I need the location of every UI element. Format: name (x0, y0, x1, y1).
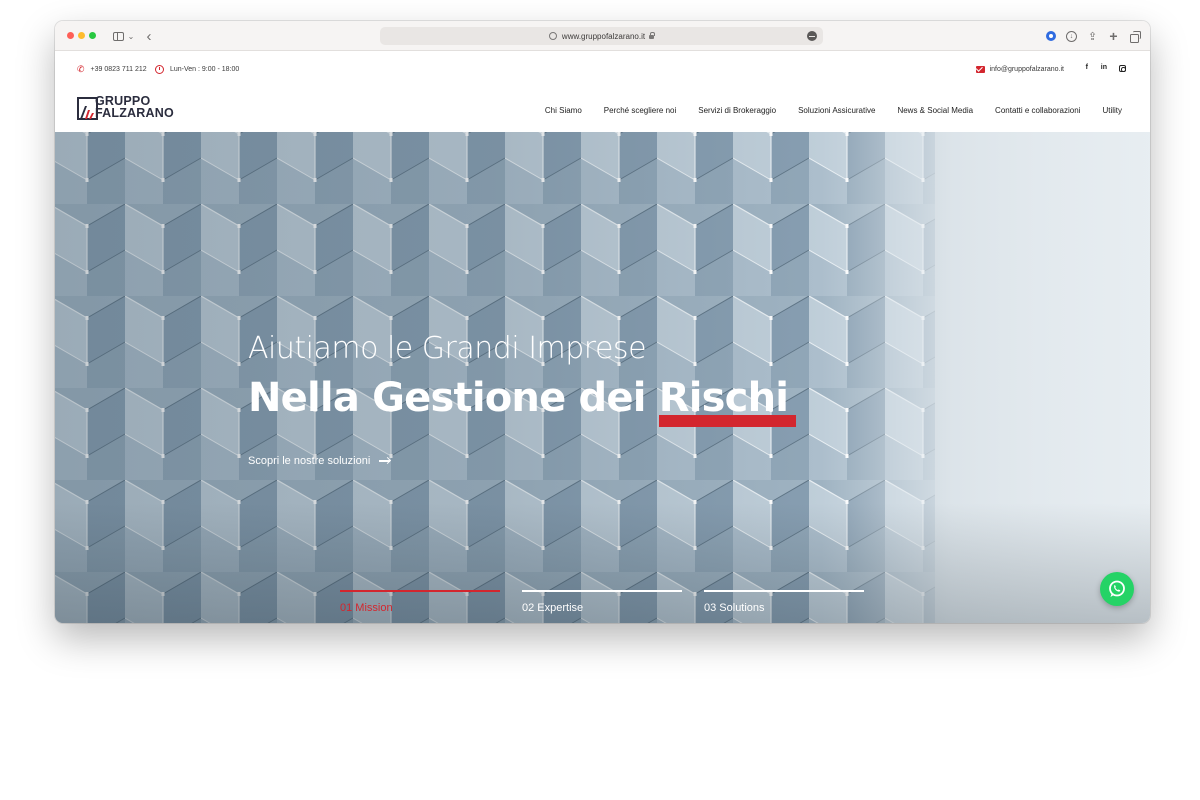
slide-tab-mission[interactable]: 01 Mission (340, 590, 500, 614)
slide-label: 02 Expertise (522, 602, 584, 614)
phone-number: +39 0823 711 212 (90, 65, 147, 73)
nav-item-soluzioni-assicurative[interactable]: Soluzioni Assicurative (798, 106, 875, 115)
slide-progress-bar (704, 590, 864, 592)
email-text: info@gruppofalzarano.it (989, 65, 1064, 73)
nav-item-contatti[interactable]: Contatti e collaborazioni (995, 106, 1080, 115)
address-bar[interactable]: www.gruppofalzarano.it (380, 27, 823, 45)
minimize-window-button[interactable] (78, 32, 85, 39)
close-window-button[interactable] (67, 32, 74, 39)
facebook-icon[interactable]: f (1086, 64, 1088, 71)
contact-bar: ✆ +39 0823 711 212 Lun-Ven : 9:00 - 18:0… (55, 51, 1150, 87)
slide-label: 01 Mission (340, 602, 393, 614)
slide-progress-bar (340, 590, 500, 592)
phone-icon: ✆ (77, 63, 85, 74)
back-arrow-icon[interactable]: ‹ (143, 27, 155, 45)
logo[interactable]: GRUPPO FALZARANO (77, 95, 195, 120)
sidebar-toggle-icon[interactable] (111, 27, 125, 45)
slider-tabs: 01 Mission 02 Expertise 03 Solutions (340, 590, 864, 614)
hours-text: Lun-Ven : 9:00 - 18:00 (170, 65, 240, 73)
logo-text-falzarano: FALZARANO (95, 106, 174, 120)
hero-title-text: Nella Gestione dei (248, 375, 659, 421)
whatsapp-button[interactable] (1100, 572, 1134, 606)
nav-item-servizi-brokeraggio[interactable]: Servizi di Brokeraggio (698, 106, 776, 115)
slide-progress-bar (522, 590, 682, 592)
arrow-right-icon (379, 460, 391, 462)
hero-title: Nella Gestione dei Rischi (248, 375, 797, 427)
cta-label: Scopri le nostre soluzioni (248, 455, 371, 467)
browser-toolbar: ⌄ ‹ www.gruppofalzarano.it ↓ ⇪ + (55, 21, 1150, 51)
tab-overview-icon[interactable] (1129, 31, 1141, 43)
hero-subtitle: Aiutiamo le Grandi Imprese (248, 331, 647, 366)
discover-solutions-link[interactable]: Scopri le nostre soluzioni (248, 455, 391, 467)
nav-item-utility[interactable]: Utility (1102, 106, 1122, 115)
opening-hours: Lun-Ven : 9:00 - 18:00 (155, 64, 239, 74)
slide-tab-solutions[interactable]: 03 Solutions (704, 590, 864, 614)
reader-mode-icon[interactable] (807, 31, 817, 41)
phone-contact[interactable]: ✆ +39 0823 711 212 (77, 64, 147, 74)
email-contact[interactable]: info@gruppofalzarano.it (975, 64, 1064, 74)
url-text: www.gruppofalzarano.it (561, 31, 646, 41)
linkedin-icon[interactable]: in (1101, 64, 1107, 71)
nav-item-chi-siamo[interactable]: Chi Siamo (545, 106, 582, 115)
extension-icon[interactable] (1046, 31, 1056, 41)
globe-icon (548, 32, 557, 40)
hero-title-highlight: Rischi (658, 375, 797, 427)
main-navbar: GRUPPO FALZARANO Chi Siamo Perché scegli… (55, 87, 1150, 132)
instagram-icon[interactable] (1119, 65, 1126, 72)
slide-label: 03 Solutions (704, 602, 765, 614)
whatsapp-icon (1109, 580, 1125, 597)
mail-icon (975, 65, 985, 73)
browser-window: ⌄ ‹ www.gruppofalzarano.it ↓ ⇪ + ✆ +39 0… (55, 21, 1150, 623)
share-icon[interactable]: ⇪ (1087, 31, 1098, 43)
download-icon[interactable]: ↓ (1066, 30, 1077, 42)
maximize-window-button[interactable] (89, 32, 96, 39)
nav-item-perche-scegliere-noi[interactable]: Perché scegliere noi (604, 106, 676, 115)
nav-item-news-social[interactable]: News & Social Media (897, 106, 973, 115)
slide-tab-expertise[interactable]: 02 Expertise (522, 590, 682, 614)
nav-menu: Chi Siamo Perché scegliere noi Servizi d… (545, 106, 1122, 115)
new-tab-icon[interactable]: + (1108, 28, 1119, 44)
hero-section: Aiutiamo le Grandi Imprese Nella Gestion… (55, 132, 1150, 623)
lock-icon (649, 32, 655, 39)
clock-icon (155, 64, 164, 74)
chevron-down-icon[interactable]: ⌄ (127, 27, 135, 45)
